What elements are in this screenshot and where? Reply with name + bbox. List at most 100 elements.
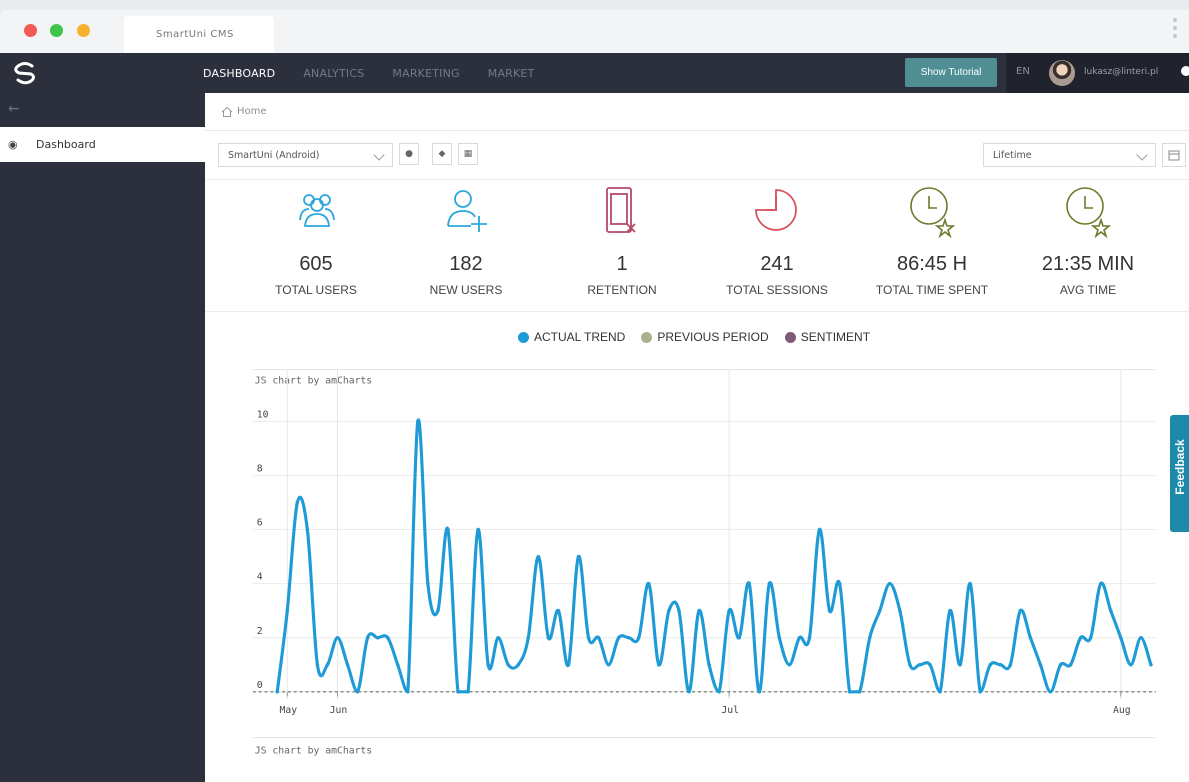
- stats-row: 605 TOTAL USERS 182 NEW USERS 1 RETENTIO…: [205, 180, 1189, 312]
- sidebar-item-dashboard[interactable]: ◉ Dashboard: [0, 127, 205, 162]
- data-point: [305, 527, 310, 532]
- data-point: [1018, 608, 1023, 613]
- stat-value: 86:45 H: [896, 253, 968, 275]
- apple-icon: ●: [405, 149, 413, 159]
- data-point: [385, 635, 390, 640]
- data-point: [807, 635, 812, 640]
- data-point: [456, 690, 460, 694]
- stat-total-time-spent: 86:45 H TOTAL TIME SPENT: [857, 180, 1007, 311]
- clock-star-icon: [1066, 187, 1112, 238]
- chart-credit: JS chart by amCharts: [255, 375, 372, 386]
- data-point: [1058, 662, 1063, 667]
- app-select[interactable]: SmartUni (Android): [218, 143, 393, 167]
- smartuni-logo[interactable]: [10, 58, 40, 88]
- data-point: [867, 635, 872, 640]
- browser-tab[interactable]: SmartUni CMS: [124, 16, 274, 53]
- avatar[interactable]: [1049, 60, 1075, 86]
- session-clock-icon: [755, 189, 797, 231]
- nav-market[interactable]: MARKET: [488, 67, 535, 80]
- data-point: [667, 608, 671, 613]
- apple-filter-button[interactable]: ●: [399, 143, 419, 165]
- period-select[interactable]: Lifetime: [983, 143, 1156, 167]
- browser-menu-icon[interactable]: [1173, 18, 1179, 46]
- home-icon[interactable]: [221, 106, 233, 118]
- users-group-icon: [299, 194, 335, 227]
- show-tutorial-button[interactable]: Show Tutorial: [905, 58, 997, 87]
- stat-label: AVG TIME: [1059, 283, 1117, 297]
- android-filter-button[interactable]: ◆: [432, 143, 452, 165]
- stat-value: 21:35 MIN: [1041, 253, 1135, 275]
- data-point: [476, 527, 480, 532]
- minimize-window-button[interactable]: [50, 24, 63, 37]
- data-point: [928, 662, 932, 667]
- chevron-down-icon: [373, 149, 385, 161]
- data-point: [365, 635, 370, 640]
- maximize-window-button[interactable]: [77, 24, 90, 37]
- data-point: [948, 608, 952, 613]
- data-point: [1068, 662, 1073, 667]
- data-point: [657, 662, 661, 667]
- chevron-down-icon[interactable]: [1181, 66, 1189, 76]
- legend-label: ACTUAL TREND: [533, 330, 626, 344]
- dashboard-icon: ◉: [8, 138, 18, 151]
- sidebar: ← ◉ Dashboard: [0, 93, 205, 782]
- data-point: [857, 690, 862, 694]
- data-point: [506, 662, 510, 667]
- language-selector[interactable]: EN: [1016, 66, 1030, 77]
- stat-value: 1: [616, 253, 628, 275]
- data-point: [717, 690, 721, 694]
- data-point: [727, 608, 731, 613]
- data-point: [375, 635, 380, 640]
- stat-avg-time: 21:35 MIN AVG TIME: [1013, 180, 1163, 311]
- data-point: [1119, 635, 1123, 640]
- x-tick-label: Aug: [1113, 705, 1131, 716]
- data-point: [898, 608, 902, 613]
- close-window-button[interactable]: [24, 24, 37, 37]
- data-point: [526, 635, 531, 640]
- user-email[interactable]: lukasz@linteri.pl: [1084, 67, 1158, 77]
- legend-sentiment[interactable]: SENTIMENT: [784, 330, 870, 344]
- data-point: [606, 662, 611, 667]
- data-point: [817, 527, 822, 532]
- stat-retention: 1 RETENTION: [547, 180, 697, 311]
- y-tick-label: 2: [257, 626, 263, 637]
- stat-total-sessions: 241 TOTAL SESSIONS: [702, 180, 852, 311]
- data-point: [616, 635, 621, 640]
- android-icon: ◆: [438, 149, 446, 159]
- data-point: [697, 608, 701, 613]
- user-menu[interactable]: EN lukasz@linteri.pl: [1006, 53, 1189, 93]
- data-point: [938, 690, 942, 694]
- filter-bar: SmartUni (Android) ● ◆ ▦ Lifetime: [205, 131, 1189, 180]
- legend-actual-trend[interactable]: ACTUAL TREND: [517, 330, 626, 344]
- data-point: [827, 608, 832, 613]
- data-point: [1078, 635, 1083, 640]
- windows-filter-button[interactable]: ▦: [458, 143, 478, 165]
- breadcrumb-home[interactable]: Home: [237, 106, 267, 117]
- data-point: [446, 527, 450, 532]
- legend-previous-period[interactable]: PREVIOUS PERIOD: [641, 330, 769, 344]
- data-point: [1008, 662, 1013, 667]
- sidebar-item-label: Dashboard: [36, 138, 96, 151]
- collapse-sidebar-icon[interactable]: ←: [8, 101, 20, 117]
- phone-remove-icon: [606, 187, 636, 233]
- nav-marketing[interactable]: MARKETING: [392, 67, 459, 80]
- main-nav: DASHBOARD ANALYTICS MARKETING MARKET: [203, 53, 563, 93]
- app-topbar: DASHBOARD ANALYTICS MARKETING MARKET Sho…: [0, 53, 1189, 93]
- nav-analytics[interactable]: ANALYTICS: [303, 67, 364, 80]
- stat-value: 241: [760, 253, 794, 275]
- calendar-button[interactable]: [1162, 143, 1186, 167]
- data-point: [777, 635, 782, 640]
- data-point: [1088, 635, 1093, 640]
- legend-swatch: [517, 331, 529, 343]
- data-point: [707, 662, 711, 667]
- data-point: [958, 662, 962, 667]
- add-user-icon: [447, 190, 487, 232]
- data-point: [596, 635, 601, 640]
- data-point: [426, 581, 430, 586]
- data-point: [486, 662, 490, 667]
- series-actual-trend-line: [275, 418, 1153, 694]
- trend-chart[interactable]: JS chart by amCharts 0 2 4 6 8 10 May Jun Jul Aug J…: [205, 355, 1189, 765]
- legend-swatch: [784, 331, 796, 343]
- nav-dashboard[interactable]: DASHBOARD: [203, 67, 275, 80]
- feedback-tab[interactable]: Feedback: [1170, 415, 1189, 532]
